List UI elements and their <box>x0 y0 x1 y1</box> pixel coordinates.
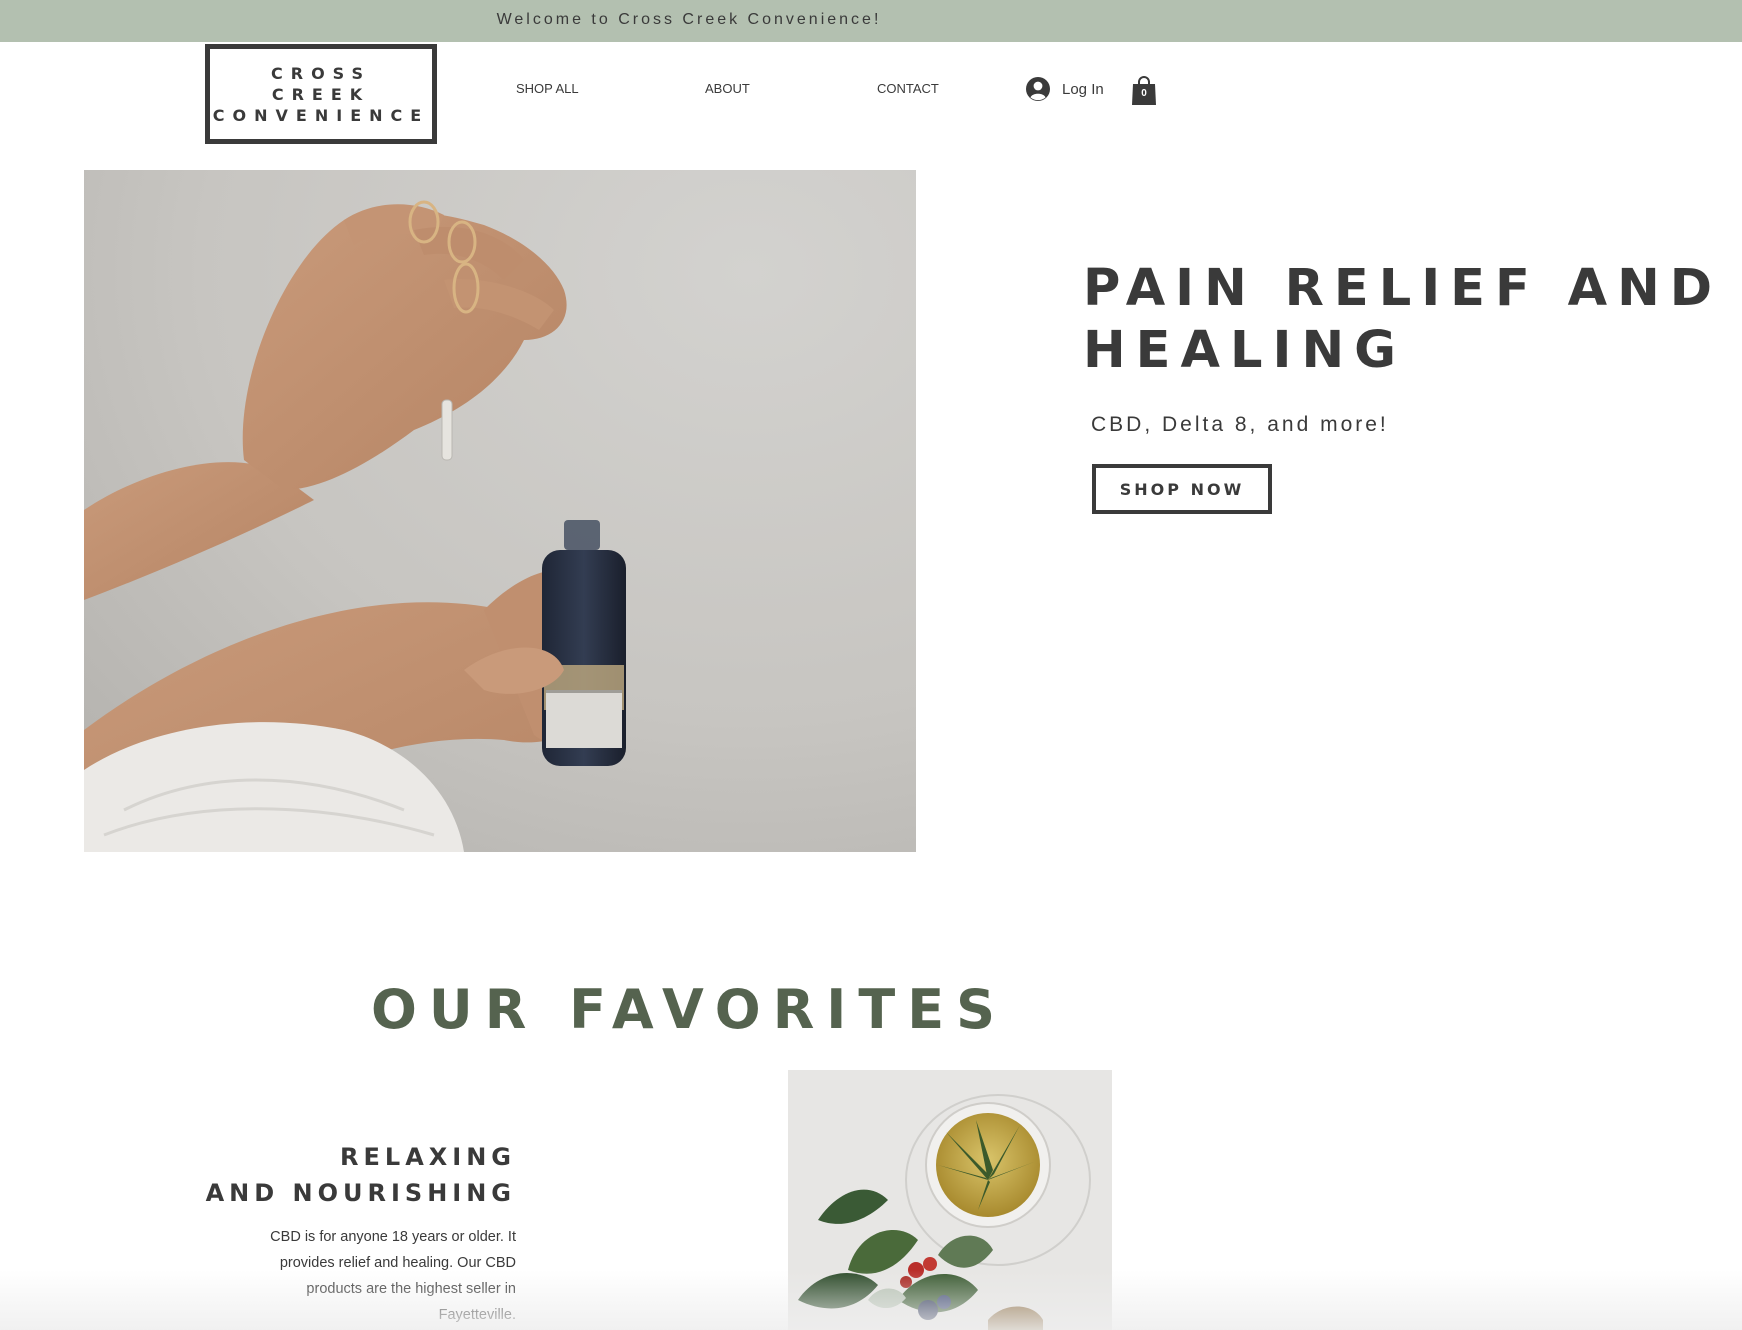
nav-shop-all[interactable]: SHOP ALL <box>516 81 579 96</box>
favorites-body-line: Fayetteville. <box>438 1307 516 1323</box>
favorites-heading-line-2: AND NOURISHING <box>205 1179 516 1207</box>
cart-count: 0 <box>1141 88 1147 99</box>
hero-title: PAIN RELIEF AND HEALING <box>1083 259 1723 380</box>
logo-line-1: CROSS <box>271 63 371 83</box>
tea-photo-illustration <box>788 1070 1112 1330</box>
announcement-bar: Welcome to Cross Creek Convenience! <box>0 0 1742 42</box>
site-logo[interactable]: CROSS CREEK CONVENIENCE <box>205 44 437 144</box>
favorites-body-line: products are the highest seller in <box>306 1281 516 1297</box>
hero-photo-illustration <box>84 170 916 852</box>
favorites-heading-line-1: RELAXING <box>340 1143 516 1171</box>
hero-subtitle: CBD, Delta 8, and more! <box>1091 413 1389 436</box>
announcement-text: Welcome to Cross Creek Convenience! <box>496 11 882 28</box>
favorites-body-line: CBD is for anyone 18 years or older. It <box>270 1229 516 1245</box>
user-avatar-icon <box>1026 77 1050 101</box>
page: Welcome to Cross Creek Convenience! CROS… <box>0 0 1742 1330</box>
hero-image <box>84 170 916 852</box>
favorites-description: CBD is for anyone 18 years or older. It … <box>216 1224 516 1328</box>
login-button[interactable]: Log In <box>1025 76 1104 102</box>
cart-button[interactable]: 0 <box>1131 74 1157 106</box>
shop-now-button[interactable]: SHOP NOW <box>1092 464 1272 514</box>
favorites-image <box>788 1070 1112 1330</box>
login-label: Log In <box>1062 80 1104 98</box>
nav-contact[interactable]: CONTACT <box>877 81 939 96</box>
nav-about[interactable]: ABOUT <box>705 81 750 96</box>
favorites-body-line: provides relief and healing. Our CBD <box>279 1255 516 1271</box>
logo-line-3: CONVENIENCE <box>212 105 430 125</box>
logo-line-2: CREEK <box>271 84 371 104</box>
favorites-heading: RELAXING AND NOURISHING <box>180 1139 516 1211</box>
favorites-title: OUR FAVORITES <box>371 978 1007 1041</box>
